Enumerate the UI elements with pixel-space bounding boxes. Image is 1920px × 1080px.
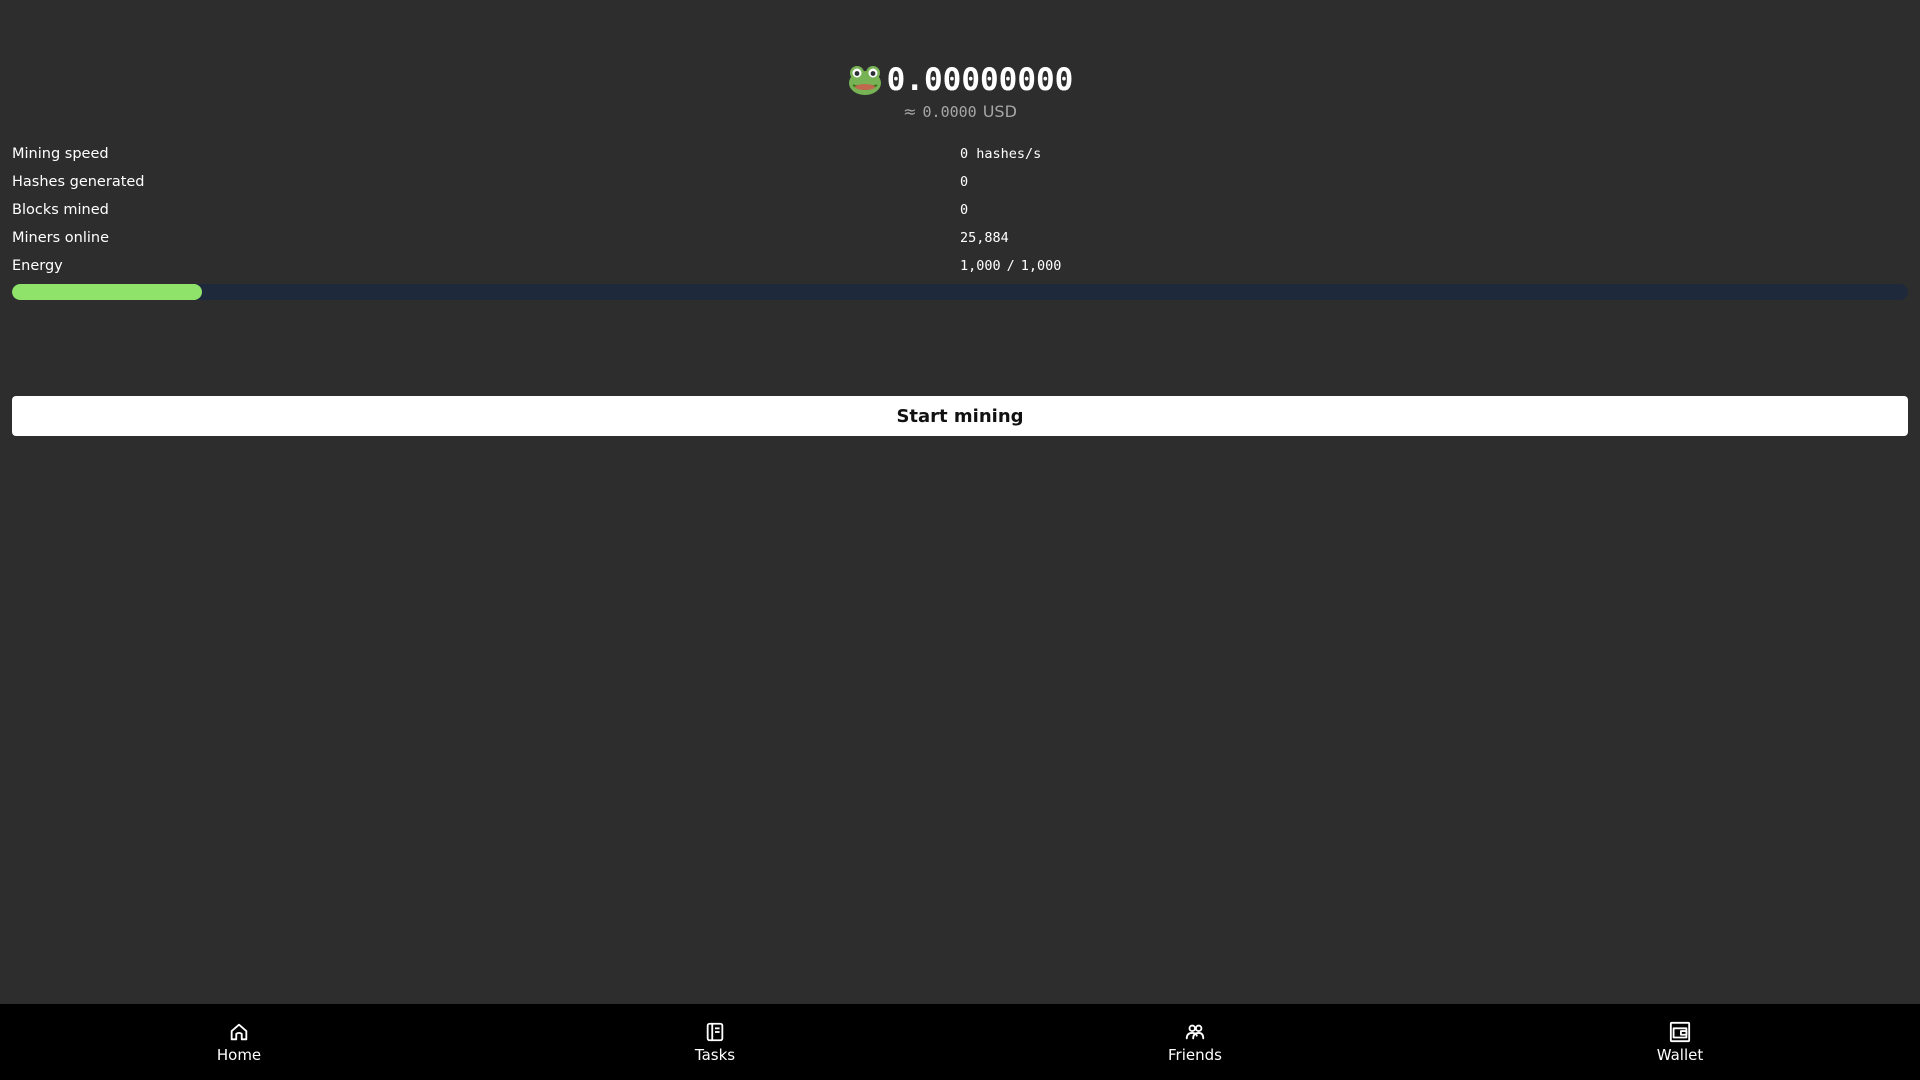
- nav-label-home: Home: [216, 1045, 262, 1064]
- tasks-icon: [704, 1021, 726, 1043]
- balance-row: 0.00000000: [0, 62, 1920, 98]
- balance-amount: 0.00000000: [886, 62, 1074, 98]
- nav-item-friends[interactable]: Friends: [1160, 1004, 1230, 1080]
- stat-row-hashes-generated: Hashes generated 0: [12, 168, 1908, 196]
- energy-max: 1,000: [1020, 258, 1062, 274]
- energy-label: Energy: [12, 258, 63, 274]
- energy-current: 1,000: [960, 258, 1001, 274]
- energy-value: 1,000 / 1,000: [960, 258, 1061, 274]
- friends-icon: [1184, 1021, 1206, 1043]
- usd-label: USD: [982, 102, 1017, 121]
- stat-value: 25,884: [960, 230, 1009, 246]
- usd-equivalent: ≈ 0.0000 USD: [0, 102, 1920, 121]
- stat-label: Blocks mined: [12, 202, 109, 218]
- nav-item-home[interactable]: Home: [216, 1004, 262, 1080]
- nav-item-wallet[interactable]: Wallet: [1650, 1004, 1710, 1080]
- stat-label: Miners online: [12, 230, 110, 246]
- stat-row-miners-online: Miners online 25,884: [12, 224, 1908, 252]
- stat-value: 0: [960, 202, 969, 218]
- nav-item-tasks[interactable]: Tasks: [685, 1004, 745, 1080]
- stat-row-energy: Energy 1,000 / 1,000: [12, 252, 1908, 280]
- stat-label: Mining speed: [12, 146, 109, 162]
- energy-separator: /: [1006, 258, 1015, 274]
- wallet-icon: [1669, 1021, 1691, 1043]
- stat-row-blocks-mined: Blocks mined 0: [12, 196, 1908, 224]
- mining-screen: 0.00000000 ≈ 0.0000 USD Mining speed 0 h…: [0, 0, 1920, 1080]
- approx-symbol: ≈: [903, 102, 917, 121]
- start-mining-button[interactable]: Start mining: [12, 396, 1908, 436]
- stats-list: Mining speed 0 hashes/s Hashes generated…: [12, 140, 1908, 280]
- home-icon: [228, 1021, 250, 1043]
- stat-row-mining-speed: Mining speed 0 hashes/s: [12, 140, 1908, 168]
- frog-icon: [847, 62, 883, 98]
- stat-value: 0 hashes/s: [960, 146, 1042, 162]
- nav-label-wallet: Wallet: [1656, 1045, 1704, 1064]
- usd-value: 0.0000: [922, 103, 977, 121]
- balance-header: 0.00000000 ≈ 0.0000 USD: [0, 62, 1920, 121]
- nav-label-friends: Friends: [1168, 1045, 1222, 1064]
- stat-value: 0: [960, 174, 969, 190]
- energy-progress-bar: [12, 284, 1908, 300]
- stat-label: Hashes generated: [12, 174, 145, 190]
- nav-label-tasks: Tasks: [694, 1045, 736, 1064]
- energy-progress-fill: [12, 284, 202, 300]
- bottom-nav: Home Tasks Friends Wallet: [0, 1004, 1920, 1080]
